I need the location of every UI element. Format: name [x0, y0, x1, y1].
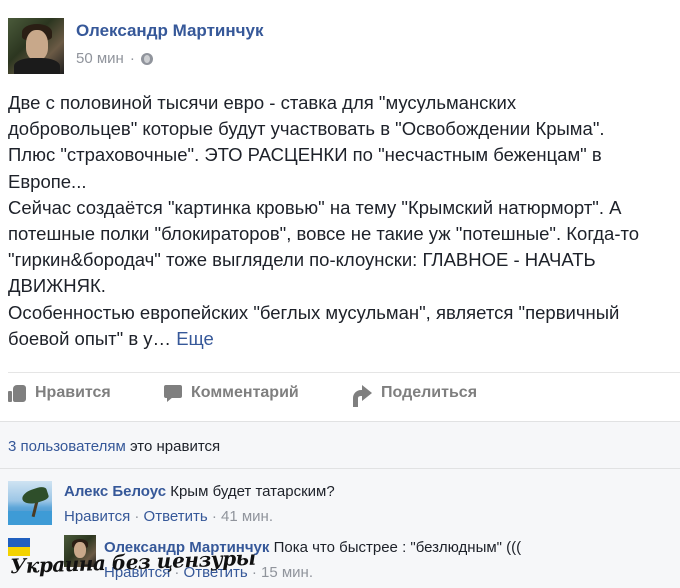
post-text-line: Плюс "страховочные". ЭТО РАСЦЕНКИ по "не… — [8, 144, 602, 166]
post-card: Олександр Мартинчук 50 мин · Две с полов… — [0, 0, 680, 420]
avatar-face — [26, 30, 48, 60]
reply-time[interactable]: 15 мин. — [261, 564, 313, 581]
like-label: Нравится — [35, 384, 111, 401]
like-button[interactable]: Нравится — [8, 384, 111, 402]
likes-text: 3 пользователям это нравится — [8, 438, 220, 455]
reply-text: Пока что быстрее : "безлюдным" ((( — [269, 539, 522, 556]
post-text-line: Сейчас создаётся "картинка кровью" на те… — [8, 196, 622, 218]
actions-divider — [8, 372, 680, 373]
post-text-line: Европе... — [8, 170, 87, 192]
comment-dot: · — [130, 508, 144, 525]
post-text-last-line: боевой опыт" в у… Еще — [8, 326, 678, 352]
post-timestamp[interactable]: 50 мин — [76, 50, 124, 67]
likes-summary: 3 пользователям это нравится — [0, 421, 680, 469]
author-avatar[interactable] — [8, 18, 64, 74]
share-button[interactable]: Поделиться — [352, 384, 478, 407]
post-actions: Нравится Комментарий Поделиться — [0, 384, 680, 412]
comment-reply-link[interactable]: Ответить — [144, 508, 208, 525]
see-more-link[interactable]: Еще — [176, 328, 214, 349]
post-text-line: ДВИЖНЯК. — [8, 275, 106, 297]
comment-label: Комментарий — [191, 384, 299, 401]
post-text-line: Две с половиной тысячи евро - ставка для… — [8, 92, 517, 113]
meta-separator: · — [129, 50, 135, 67]
likers-link[interactable]: 3 пользователям — [8, 438, 126, 455]
comment-button[interactable]: Комментарий — [164, 384, 299, 402]
post-text-line: Особенностью европейских "беглых мусульм… — [8, 301, 620, 323]
avatar-water — [8, 511, 52, 525]
share-label: Поделиться — [381, 384, 478, 401]
comment-text: Крым будет татарским? — [166, 483, 335, 500]
comment-like-link[interactable]: Нравится — [64, 508, 130, 525]
comment-dot: · — [207, 508, 222, 525]
flag-blue-stripe — [8, 538, 30, 547]
commenter-avatar[interactable] — [8, 481, 52, 525]
watermark-logo: Украина без цензуры — [8, 536, 256, 580]
globe-icon[interactable] — [140, 52, 153, 65]
comment-time[interactable]: 41 мин. — [221, 508, 273, 525]
comment-actions: Нравится · Ответить · 41 мин. — [64, 508, 273, 525]
post-text-line: добровольцев" которые будут участвовать … — [8, 118, 605, 140]
post-author-name[interactable]: Олександр Мартинчук — [76, 21, 263, 41]
post-text-truncated: боевой опыт" в у… — [8, 327, 172, 349]
avatar-body — [14, 58, 60, 74]
likes-suffix: это нравится — [125, 438, 221, 455]
post-text-line: "гиркин&бородач" тоже выглядели по-клоун… — [8, 249, 596, 271]
comment-author[interactable]: Алекс Белоус — [64, 483, 166, 500]
post-meta: 50 мин · — [76, 50, 153, 67]
thumbs-up-icon — [8, 384, 26, 402]
share-icon — [352, 385, 372, 407]
comment-icon — [164, 385, 182, 402]
post-text: Две с половиной тысячи евро - ставка для… — [8, 90, 678, 352]
post-text-line: потешные полки "блокираторов", вовсе не … — [8, 223, 640, 245]
comment-body: Алекс Белоус Крым будет татарским? — [64, 483, 335, 500]
